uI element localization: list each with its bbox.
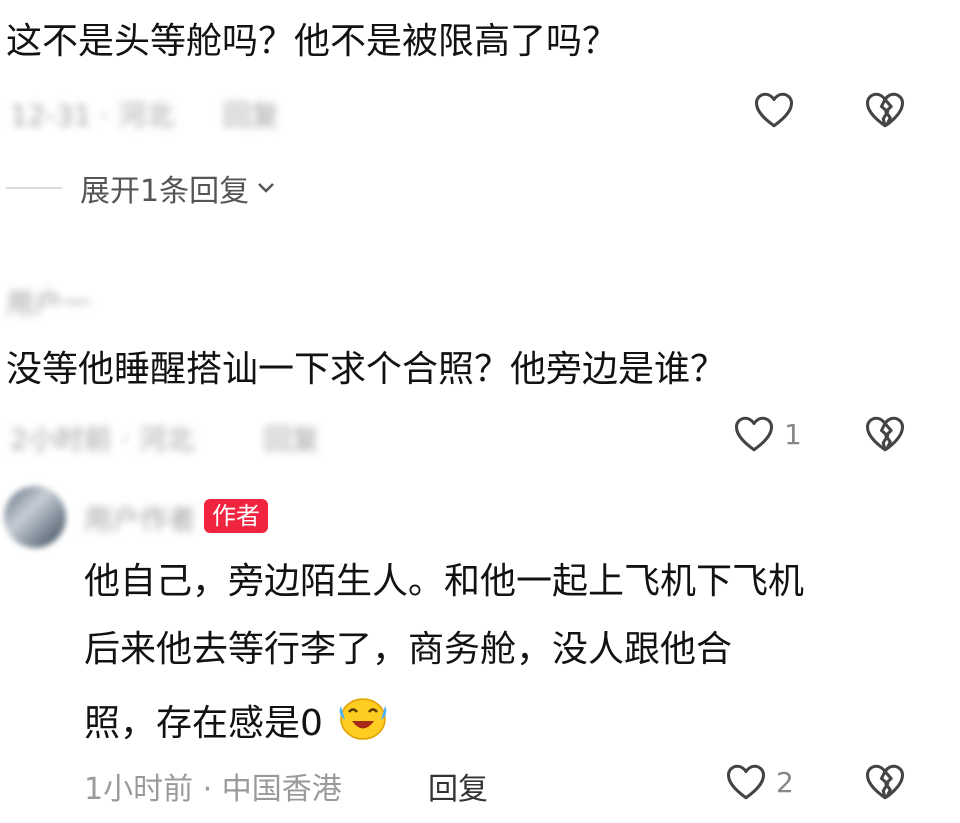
comment-meta: 2小时前 · 河北 回复 <box>10 418 319 458</box>
comment-timestamp-location: 12-31 · 河北 <box>10 99 175 132</box>
comment-timestamp-location: 1小时前 · 中国香港 <box>84 772 342 807</box>
comment-meta: 12-31 · 河北 回复 <box>10 94 279 134</box>
broken-heart-icon <box>865 764 905 800</box>
comment-text: 没等他睡醒搭讪一下求个合照？他旁边是谁？ <box>6 349 727 390</box>
comment-text: 这不是头等舱吗？他不是被限高了吗？ <box>6 21 619 62</box>
comment-text-line-wrap: 照，存在感是0 <box>84 694 389 753</box>
dislike-button[interactable] <box>861 86 909 134</box>
username[interactable]: 用户作者 <box>84 498 196 538</box>
laughing-crying-emoji-icon <box>337 694 389 753</box>
heart-icon <box>734 416 774 452</box>
broken-heart-icon <box>865 416 905 452</box>
expand-replies-button[interactable]: 展开1条回复 <box>80 166 277 210</box>
reply-button[interactable]: 回复 <box>428 764 488 808</box>
comment-timestamp-location: 2小时前 · 河北 <box>10 423 195 456</box>
expand-replies-label: 展开1条回复 <box>80 174 250 209</box>
like-button[interactable]: 2 <box>722 758 794 806</box>
broken-heart-icon <box>865 92 905 128</box>
divider <box>6 187 62 189</box>
heart-icon-wrap <box>722 758 770 806</box>
username[interactable]: 用户一 <box>6 282 90 322</box>
reply-button[interactable]: 回复 <box>263 423 319 456</box>
like-count: 1 <box>784 417 802 451</box>
heart-icon-wrap <box>730 410 778 458</box>
comment-text-line: 他自己，旁边陌生人。和他一起上飞机下飞机 <box>84 561 805 602</box>
chevron-down-icon <box>258 183 274 193</box>
avatar[interactable] <box>4 486 66 548</box>
heart-icon <box>726 764 766 800</box>
like-button[interactable] <box>750 86 798 134</box>
heart-icon <box>754 92 794 128</box>
like-count: 2 <box>776 765 794 799</box>
comment-text-line: 照，存在感是0 <box>84 702 323 744</box>
like-button[interactable]: 1 <box>730 410 802 458</box>
reply-button[interactable]: 回复 <box>223 99 279 132</box>
comment-text-line: 后来他去等行李了，商务舱，没人跟他合 <box>84 629 733 670</box>
dislike-button[interactable] <box>861 410 909 458</box>
dislike-button[interactable] <box>861 758 909 806</box>
author-badge: 作者 <box>204 499 268 533</box>
